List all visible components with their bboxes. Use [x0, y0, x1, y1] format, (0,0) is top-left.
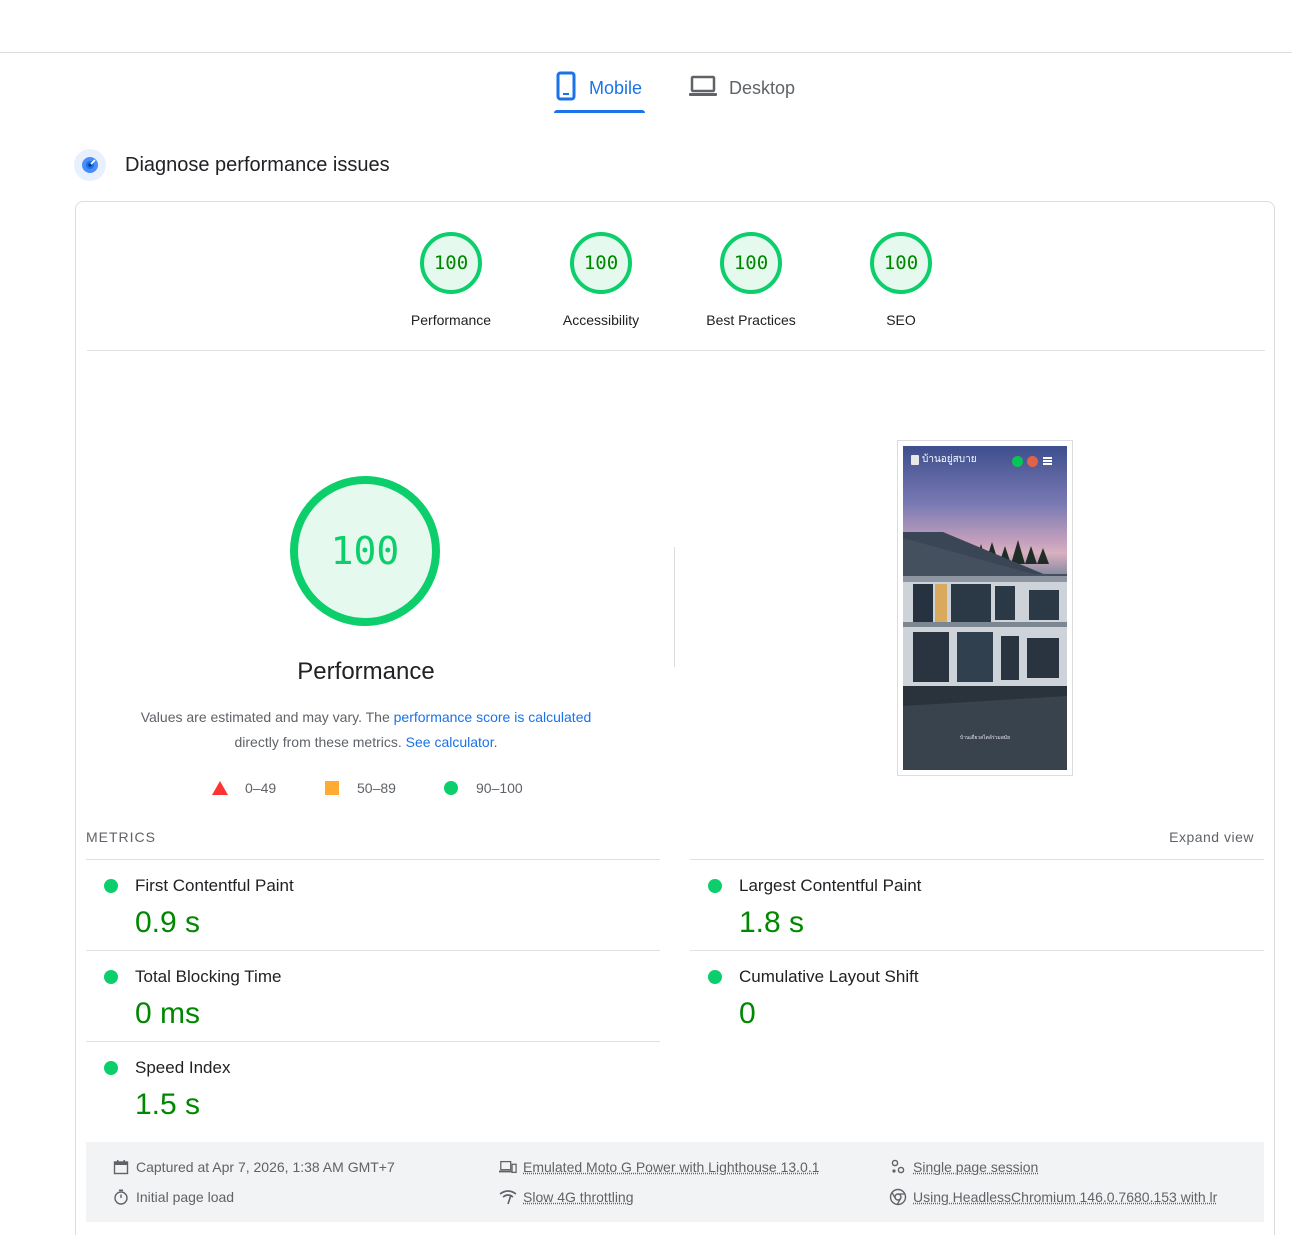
section-title: Diagnose performance issues [125, 153, 390, 176]
metric-value: 1.8 s [739, 906, 805, 939]
throttling-link[interactable]: Slow 4G throttling [523, 1189, 634, 1205]
note-text: . [493, 734, 498, 750]
report-card: 100 Performance 100 Accessibility 100 Be… [75, 201, 1275, 1235]
page-session[interactable]: Single page session [889, 1158, 1038, 1176]
tab-desktop[interactable]: Desktop [689, 62, 795, 114]
hamburger-menu-middle [1043, 460, 1052, 462]
metric-value: 0.9 s [135, 906, 201, 939]
gauge-label: Performance [410, 312, 492, 328]
tab-mobile[interactable]: Mobile [555, 62, 642, 114]
legend-fail: 0–49 [212, 780, 276, 796]
gauge-seo[interactable]: 100 SEO [831, 232, 971, 328]
session-icon [889, 1158, 907, 1176]
pass-indicator-icon [104, 879, 118, 893]
page-session-link[interactable]: Single page session [913, 1159, 1038, 1175]
gauge-performance[interactable]: 100 Performance [381, 232, 521, 328]
metric-value: 0 [739, 997, 756, 1030]
gauge-accessibility[interactable]: 100 Accessibility [531, 232, 671, 328]
see-calculator-link[interactable]: See calculator [406, 734, 494, 750]
initial-page-load-text: Initial page load [136, 1189, 235, 1205]
timer-icon [112, 1188, 130, 1206]
tab-active-indicator [554, 110, 645, 113]
screenshot-image: บ้านอยู่สบาย บ้านเดี่ยวสไตล์ร่วมสมัย [903, 446, 1067, 770]
network-throttling[interactable]: Slow 4G throttling [499, 1188, 634, 1206]
phone-call-icon [1027, 456, 1038, 467]
expand-view-toggle[interactable]: Expand view [1169, 829, 1254, 845]
note-text: Values are estimated and may vary. The [140, 709, 394, 725]
emulated-device-link[interactable]: Emulated Moto G Power with Lighthouse 13… [523, 1159, 820, 1175]
initial-page-load: Initial page load [112, 1188, 234, 1206]
orange-square-icon [325, 781, 339, 795]
metric-cumulative-layout-shift: Cumulative Layout Shift 0 [690, 950, 1264, 1041]
metric-total-blocking-time: Total Blocking Time 0 ms [86, 950, 660, 1041]
metric-label: Largest Contentful Paint [739, 876, 922, 895]
gauge-score: 100 [720, 232, 782, 294]
devices-icon [499, 1158, 517, 1176]
score-calculated-link[interactable]: performance score is calculated [394, 709, 592, 725]
diagnose-section-header: Diagnose performance issues [74, 149, 390, 181]
tab-desktop-label: Desktop [729, 77, 796, 98]
device-tabs: Mobile Desktop [0, 62, 1292, 114]
browser-version[interactable]: Using HeadlessChromium 146.0.7680.153 wi… [889, 1188, 1217, 1206]
metric-first-contentful-paint: First Contentful Paint 0.9 s [86, 859, 660, 950]
metric-largest-contentful-paint: Largest Contentful Paint 1.8 s [690, 859, 1264, 950]
gauge-score: 100 [570, 232, 632, 294]
emulated-device[interactable]: Emulated Moto G Power with Lighthouse 13… [499, 1158, 820, 1176]
metric-label: First Contentful Paint [135, 876, 294, 895]
metrics-header: METRICS [86, 829, 156, 845]
captured-at: Captured at Apr 7, 2026, 1:38 AM GMT+7 [112, 1158, 395, 1176]
laptop-icon [689, 75, 717, 102]
site-name: บ้านอยู่สบาย [922, 454, 977, 465]
performance-score-gauge: 100 [290, 476, 440, 626]
metric-label: Cumulative Layout Shift [739, 967, 919, 986]
screenshot-caption: บ้านเดี่ยวสไตล์ร่วมสมัย [959, 735, 1011, 741]
legend-pass: 90–100 [444, 780, 523, 796]
performance-title: Performance [297, 658, 435, 685]
lighthouse-gauge-icon [74, 149, 106, 181]
metric-value: 0 ms [135, 997, 201, 1030]
metric-label: Total Blocking Time [135, 967, 282, 986]
tab-mobile-label: Mobile [589, 77, 643, 98]
legend-range: 0–49 [245, 780, 277, 796]
gauge-best-practices[interactable]: 100 Best Practices [681, 232, 821, 328]
gauge-label: Accessibility [562, 312, 640, 328]
pass-indicator-icon [104, 1061, 118, 1075]
final-screenshot[interactable]: บ้านอยู่สบาย บ้านเดี่ยวสไตล์ร่วมสมัย [897, 440, 1073, 776]
green-circle-icon [444, 781, 458, 795]
signal-icon [499, 1188, 517, 1206]
vertical-divider [674, 547, 675, 667]
legend-range: 90–100 [476, 780, 523, 796]
site-logo-icon [911, 454, 919, 465]
captured-at-text: Captured at Apr 7, 2026, 1:38 AM GMT+7 [136, 1159, 395, 1175]
browser-version-link[interactable]: Using HeadlessChromium 146.0.7680.153 wi… [913, 1189, 1217, 1205]
gauge-score: 100 [870, 232, 932, 294]
mobile-phone-icon [555, 71, 577, 106]
gauge-label: SEO [886, 312, 916, 328]
screenshot-header: บ้านอยู่สบาย [911, 452, 977, 467]
red-triangle-icon [212, 781, 228, 795]
gauge-label: Best Practices [706, 312, 796, 328]
legend-average: 50–89 [325, 780, 396, 796]
category-gauges: 100 Performance 100 Accessibility 100 Be… [76, 232, 1274, 332]
run-info-footer: Captured at Apr 7, 2026, 1:38 AM GMT+7 I… [86, 1142, 1264, 1222]
top-divider [0, 52, 1292, 53]
note-text: directly from these metrics. [234, 734, 406, 750]
legend-range: 50–89 [357, 780, 396, 796]
score-note: Values are estimated and may vary. The p… [106, 705, 626, 755]
gauge-score: 100 [420, 232, 482, 294]
pass-indicator-icon [104, 970, 118, 984]
calendar-icon [112, 1158, 130, 1176]
metric-speed-index: Speed Index 1.5 s [86, 1041, 660, 1132]
metric-value: 1.5 s [135, 1088, 201, 1121]
pass-indicator-icon [708, 879, 722, 893]
metric-label: Speed Index [135, 1058, 231, 1077]
gauges-divider [87, 350, 1265, 351]
line-chat-icon [1012, 456, 1023, 467]
pass-indicator-icon [708, 970, 722, 984]
chrome-icon [889, 1188, 907, 1206]
